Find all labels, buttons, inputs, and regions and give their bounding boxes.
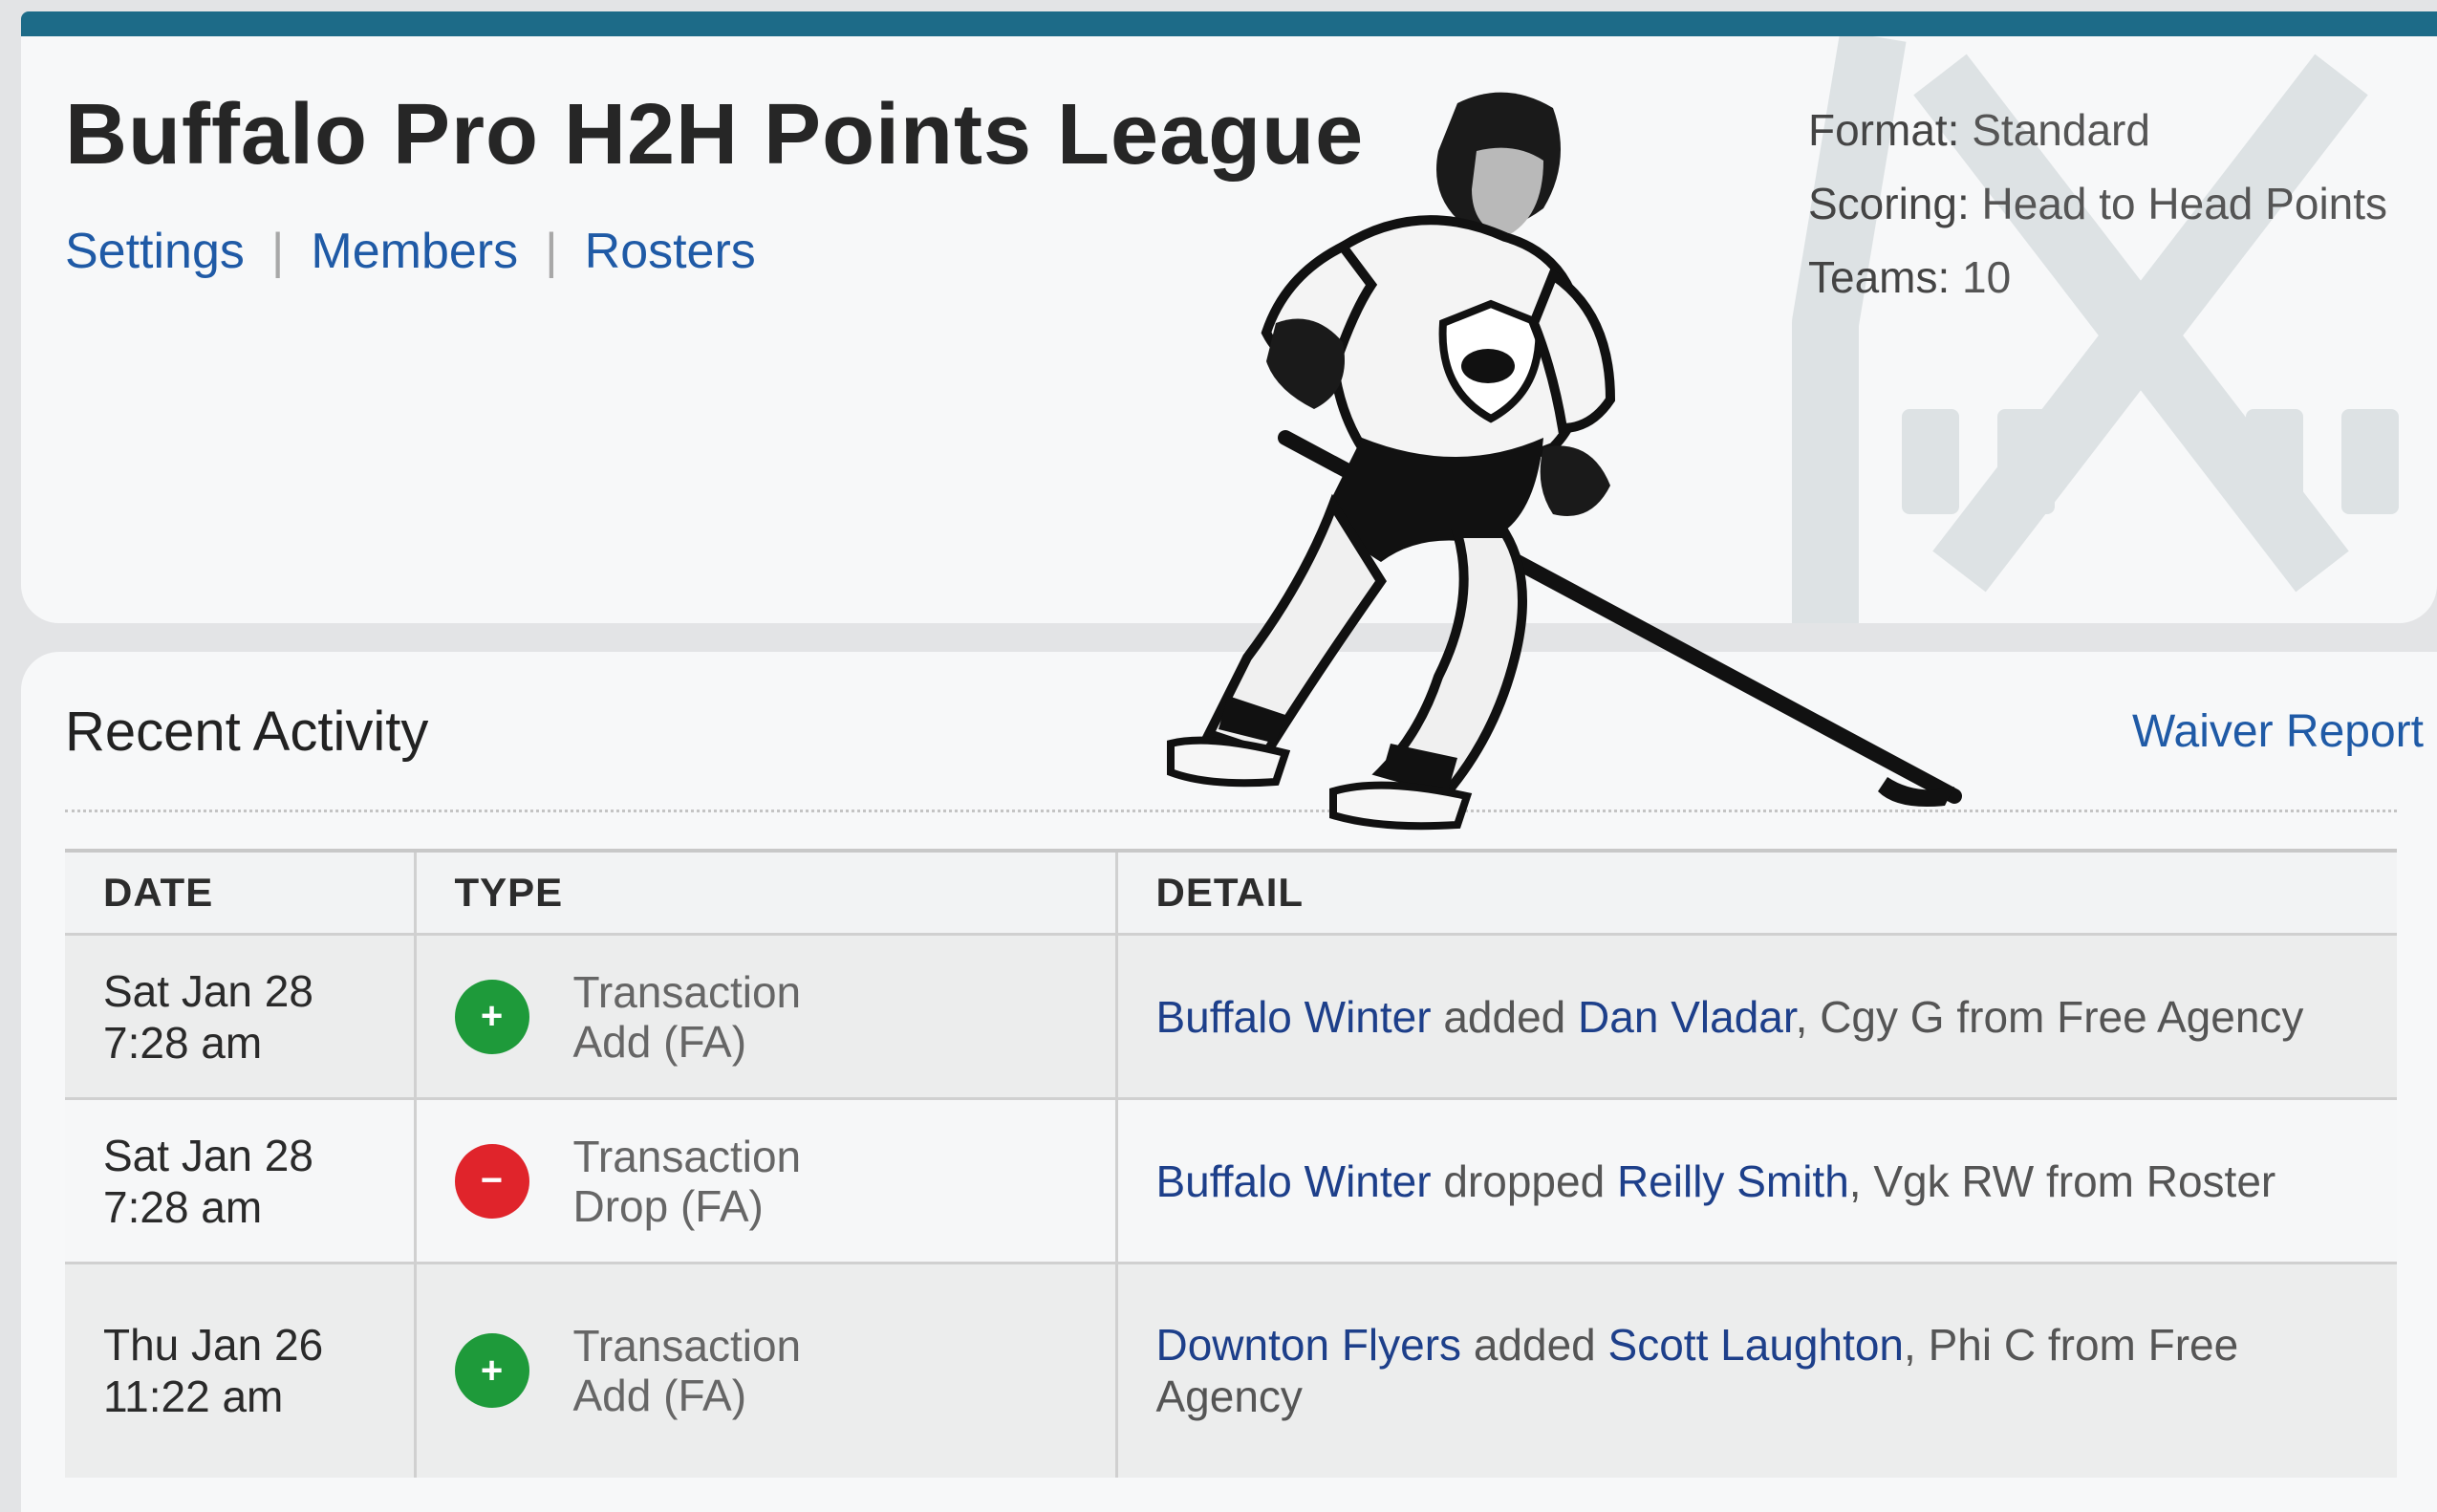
hockey-player-illustration [1167, 92, 1962, 831]
drop-minus-icon: − [454, 1143, 529, 1219]
detail-cell: Buffalo Winter dropped Reilly Smith, Vgk… [1114, 1097, 2397, 1264]
table-row: Thu Jan 26 11:22 am + Transaction Add (FA)… [65, 1262, 2397, 1478]
table-row: Sat Jan 28 7:28 am − Transaction Drop (FA)… [65, 1097, 2397, 1264]
date-cell: Sat Jan 28 7:28 am [65, 933, 415, 1099]
table-row: Sat Jan 28 7:28 am + Transaction Add (FA) … [65, 933, 2397, 1099]
activity-table: DATE TYPE DETAIL Sat Jan 28 7:28 am + Tra… [65, 849, 2397, 1478]
nav-settings-link[interactable]: Settings [65, 224, 245, 279]
league-nav: Settings | Members | Rosters [65, 223, 756, 280]
player-link[interactable]: Dan Vladar [1578, 992, 1796, 1042]
nav-divider: | [270, 224, 285, 279]
nav-rosters-link[interactable]: Rosters [585, 224, 756, 279]
column-header-detail: DETAIL [1114, 849, 2397, 935]
recent-activity-heading: Recent Activity [65, 701, 429, 763]
type-cell: + Transaction Add (FA) [413, 933, 1116, 1099]
waiver-report-link[interactable]: Waiver Report [2132, 705, 2424, 758]
nav-divider: | [545, 224, 558, 279]
type-cell: + Transaction Add (FA) [413, 1262, 1116, 1478]
type-cell: − Transaction Drop (FA) [413, 1097, 1116, 1264]
team-link[interactable]: Buffalo Winter [1156, 992, 1432, 1042]
detail-cell: Downton Flyers added Scott Laughton, Phi… [1114, 1262, 2397, 1478]
detail-cell: Buffalo Winter added Dan Vladar, Cgy G f… [1114, 933, 2397, 1099]
column-header-date: DATE [65, 849, 415, 935]
add-plus-icon: + [454, 979, 529, 1054]
column-header-type: TYPE [413, 849, 1116, 935]
top-accent-bar [21, 11, 2437, 36]
nav-members-link[interactable]: Members [311, 224, 518, 279]
team-link[interactable]: Downton Flyers [1156, 1320, 1462, 1370]
player-link[interactable]: Reilly Smith [1617, 1156, 1849, 1206]
player-link[interactable]: Scott Laughton [1608, 1320, 1904, 1370]
date-cell: Sat Jan 28 7:28 am [65, 1097, 415, 1264]
team-link[interactable]: Buffalo Winter [1156, 1156, 1432, 1206]
add-plus-icon: + [454, 1333, 529, 1409]
table-header-row: DATE TYPE DETAIL [65, 849, 2397, 935]
date-cell: Thu Jan 26 11:22 am [65, 1262, 415, 1478]
